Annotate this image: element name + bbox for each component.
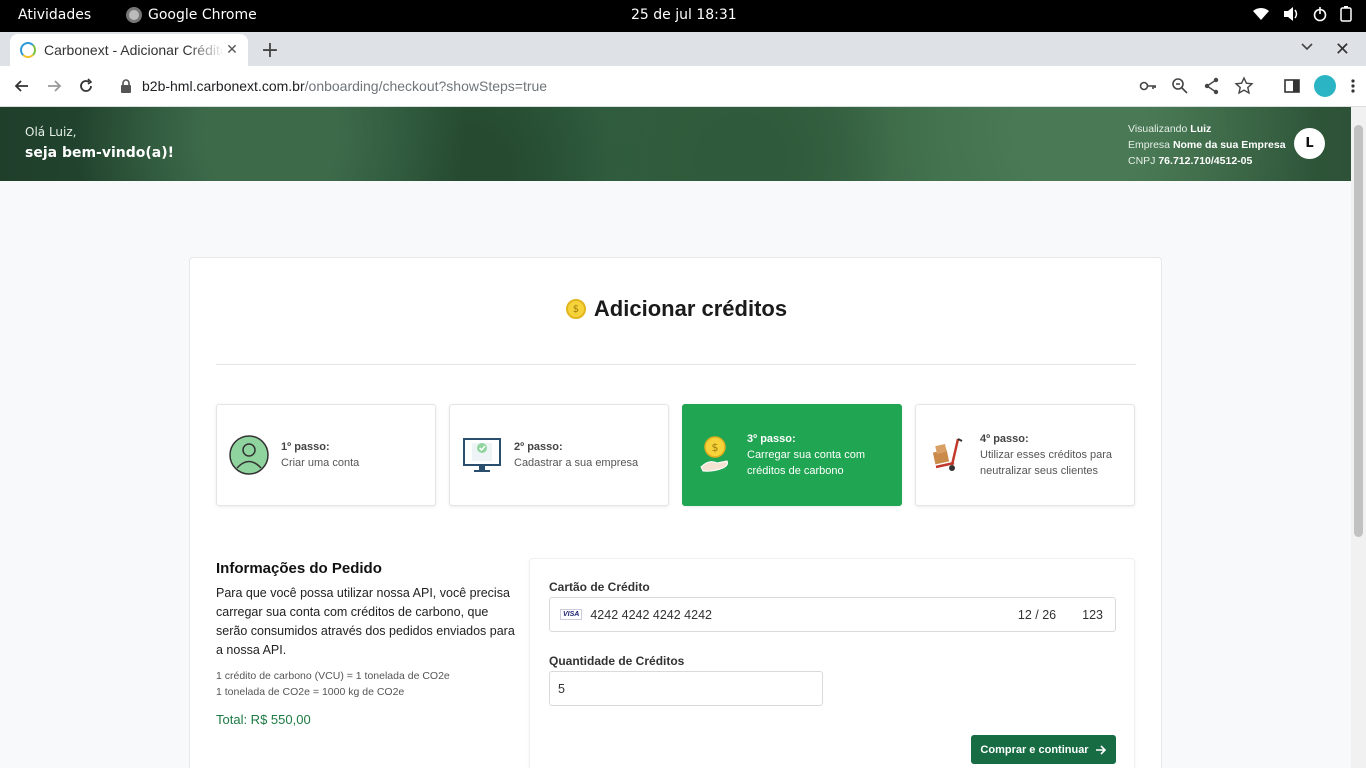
credit-card-field[interactable]: VISA 4242 4242 4242 4242 12 / 26 123 bbox=[549, 597, 1116, 632]
activities-button[interactable]: Atividades bbox=[18, 7, 91, 23]
address-bar[interactable]: b2b-hml.carbonext.com.br/onboarding/chec… bbox=[108, 70, 1258, 102]
share-icon[interactable] bbox=[1202, 76, 1222, 96]
checkout-card: $ Adicionar créditos 1º passo: Criar uma … bbox=[189, 257, 1162, 768]
url-text[interactable]: b2b-hml.carbonext.com.br/onboarding/chec… bbox=[142, 78, 547, 94]
page-title-text: Adicionar créditos bbox=[593, 296, 788, 321]
order-total: Total: R$ 550,00 bbox=[216, 712, 311, 727]
step-1: 1º passo: Criar uma conta bbox=[216, 404, 436, 506]
url-path: /onboarding/checkout?showSteps=true bbox=[304, 78, 548, 94]
scrollbar-thumb[interactable] bbox=[1354, 125, 1363, 537]
order-info: Informações do Pedido Para que você poss… bbox=[216, 560, 516, 727]
conversion-note-2: 1 tonelada de CO2e = 1000 kg de CO2e bbox=[216, 686, 405, 698]
clock[interactable]: 25 de jul 18:31 bbox=[631, 7, 737, 23]
step-number: 3º passo: bbox=[747, 433, 796, 445]
bookmark-star-icon[interactable] bbox=[1234, 76, 1254, 96]
browser-toolbar: b2b-hml.carbonext.com.br/onboarding/chec… bbox=[0, 66, 1366, 107]
visa-card-icon: VISA bbox=[560, 609, 583, 620]
page-title: $ Adicionar créditos bbox=[190, 296, 1163, 322]
step-4: 4º passo: Utilizar esses créditos para ne… bbox=[915, 404, 1135, 506]
quantity-input[interactable]: 5 bbox=[549, 671, 823, 706]
payment-form: Cartão de Crédito VISA 4242 4242 4242 42… bbox=[529, 558, 1135, 768]
conversion-note-1: 1 crédito de carbono (VCU) = 1 tonelada … bbox=[216, 670, 450, 682]
forward-icon[interactable] bbox=[44, 76, 64, 96]
onboarding-steps: 1º passo: Criar uma conta 2º passo: Cadast… bbox=[216, 404, 1136, 506]
volume-icon bbox=[1284, 7, 1298, 21]
power-icon bbox=[1313, 7, 1327, 22]
card-cvc-input[interactable]: 123 bbox=[1082, 608, 1103, 622]
url-host: b2b-hml.carbonext.com.br bbox=[142, 78, 305, 94]
page-scrollbar[interactable] bbox=[1351, 107, 1366, 768]
svg-text:$: $ bbox=[712, 441, 719, 454]
coin-icon: $ bbox=[565, 299, 586, 319]
tab-strip: Carbonext - Adicionar Créditos ✕ + ✕ bbox=[0, 32, 1366, 66]
account-info: Visualizando Luiz Empresa Nome da sua Em… bbox=[1128, 121, 1286, 169]
new-tab-button[interactable]: + bbox=[258, 38, 282, 63]
lock-icon[interactable] bbox=[120, 79, 132, 93]
card-expiry-input[interactable]: 12 / 26 bbox=[1018, 608, 1056, 622]
window-close-icon[interactable]: ✕ bbox=[1335, 39, 1350, 60]
key-icon[interactable] bbox=[1138, 76, 1158, 96]
cnpj-value: 76.712.710/4512-05 bbox=[1158, 155, 1253, 167]
divider bbox=[216, 364, 1136, 365]
zoom-icon[interactable] bbox=[1170, 76, 1190, 96]
tab-close-icon[interactable]: ✕ bbox=[224, 42, 240, 58]
tab-title: Carbonext - Adicionar Créditos bbox=[44, 42, 224, 58]
os-top-bar: Atividades Google Chrome 25 de jul 18:31 bbox=[0, 0, 1366, 32]
page-content: Olá Luiz, seja bem-vindo(a)! Visualizand… bbox=[0, 107, 1351, 768]
chrome-icon bbox=[126, 7, 142, 23]
step-text: Carregar sua conta com créditos de carbo… bbox=[747, 449, 865, 477]
side-panel-icon[interactable] bbox=[1284, 78, 1300, 94]
hand-truck-icon bbox=[928, 435, 968, 475]
user-avatar[interactable]: L bbox=[1294, 128, 1325, 159]
company-label: Empresa bbox=[1128, 139, 1171, 151]
step-number: 4º passo: bbox=[980, 433, 1029, 445]
back-icon[interactable] bbox=[12, 76, 32, 96]
step-text: Utilizar esses créditos para neutralizar… bbox=[980, 449, 1113, 477]
welcome-text: seja bem-vindo(a)! bbox=[25, 145, 175, 161]
greeting: Olá Luiz, bbox=[25, 125, 77, 139]
step-number: 1º passo: bbox=[281, 441, 330, 453]
card-label: Cartão de Crédito bbox=[549, 580, 650, 594]
carbonext-favicon-icon bbox=[20, 42, 36, 58]
system-tray[interactable] bbox=[1252, 6, 1352, 22]
wifi-icon bbox=[1253, 7, 1269, 20]
step-text: Criar uma conta bbox=[281, 457, 360, 469]
buy-button-label: Comprar e continuar bbox=[980, 743, 1089, 756]
coin-hand-icon: $ bbox=[695, 435, 735, 475]
profile-avatar[interactable] bbox=[1314, 75, 1336, 97]
tab-search-chevron-icon[interactable] bbox=[1300, 40, 1314, 54]
more-menu-icon[interactable] bbox=[1350, 78, 1356, 94]
buy-and-continue-button[interactable]: Comprar e continuar bbox=[971, 735, 1116, 764]
company-name: Nome da sua Empresa bbox=[1172, 139, 1286, 151]
cnpj-label: CNPJ bbox=[1128, 155, 1156, 167]
step-text: Cadastrar a sua empresa bbox=[514, 457, 639, 469]
quantity-label: Quantidade de Créditos bbox=[549, 654, 685, 668]
viewing-label: Visualizando bbox=[1128, 123, 1188, 135]
step-3: $ 3º passo: Carregar sua conta com crédit… bbox=[682, 404, 902, 506]
step-2: 2º passo: Cadastrar a sua empresa bbox=[449, 404, 669, 506]
app-menu[interactable]: Google Chrome bbox=[126, 7, 257, 23]
reload-icon[interactable] bbox=[76, 76, 96, 96]
order-info-heading: Informações do Pedido bbox=[216, 560, 382, 577]
step-number: 2º passo: bbox=[514, 441, 563, 453]
monitor-check-icon bbox=[462, 435, 502, 475]
user-icon bbox=[229, 435, 269, 475]
arrow-right-icon bbox=[1095, 744, 1106, 755]
card-number-input[interactable]: 4242 4242 4242 4242 bbox=[590, 608, 1018, 622]
battery-icon bbox=[1340, 6, 1352, 22]
app-name: Google Chrome bbox=[148, 7, 257, 23]
order-info-description: Para que você possa utilizar nossa API, … bbox=[216, 586, 515, 657]
header-banner: Olá Luiz, seja bem-vindo(a)! Visualizand… bbox=[0, 107, 1351, 181]
tab-carbonext[interactable]: Carbonext - Adicionar Créditos ✕ bbox=[10, 34, 248, 66]
viewing-user: Luiz bbox=[1190, 123, 1212, 135]
